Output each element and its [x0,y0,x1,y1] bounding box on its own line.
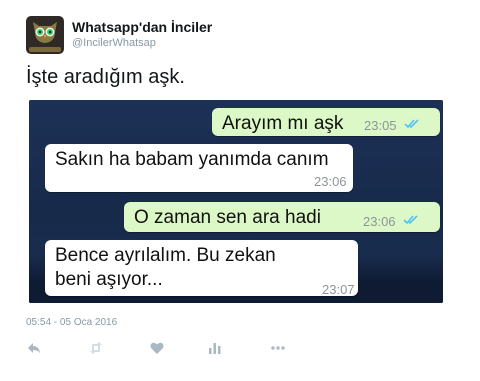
account-names: Whatsapp'dan İnciler @IncilerWhatsap [72,19,212,51]
tweet-text: İşte aradığım aşk. [26,66,185,88]
message-time: 23:05 [364,118,397,133]
heart-icon [150,342,164,354]
tweet-photo[interactable]: Arayım mı aşk 23:05 Sakın ha babam yanım… [29,100,443,303]
message-time: 23:07 [322,282,355,297]
message-text: Sakın ha babam yanımda canım [55,149,329,170]
tweet-timestamp[interactable]: 05:54 - 05 Oca 2016 [26,317,117,328]
message-time: 23:06 [363,214,396,229]
reply-icon [28,343,40,353]
owl-logo-icon [33,22,57,43]
tweet-header: Whatsapp'dan İnciler @IncilerWhatsap [26,16,212,54]
chat-bubble-incoming: Sakın ha babam yanımda canım 23:06 [45,144,353,192]
chat-bubble-outgoing: O zaman sen ara hadi 23:06 [124,202,440,232]
double-check-icon [404,119,419,129]
reply-button[interactable] [26,340,42,356]
more-button[interactable] [270,340,286,356]
avatar-banner [29,47,61,52]
account-handle[interactable]: @IncilerWhatsap [72,36,212,51]
chat-bubble-outgoing: Arayım mı aşk 23:05 [212,108,440,136]
like-button[interactable] [149,340,165,356]
avatar[interactable] [26,16,64,54]
more-dots-icon [271,346,285,350]
message-text: O zaman sen ara hadi [134,207,321,228]
retweet-button[interactable] [88,340,104,356]
message-text: Arayım mı aşk [222,113,344,134]
message-text: Bence ayrılalım. Bu zekan beni aşıyor... [55,245,276,290]
message-time: 23:06 [314,174,347,189]
retweet-icon [90,342,102,354]
double-check-icon [403,215,418,225]
tweet: Whatsapp'dan İnciler @IncilerWhatsap İşt… [0,0,480,381]
analytics-button[interactable] [207,340,223,356]
bar-chart-icon [209,343,221,354]
display-name[interactable]: Whatsapp'dan İnciler [72,19,212,36]
chat-bubble-incoming: Bence ayrılalım. Bu zekan beni aşıyor...… [45,240,358,297]
